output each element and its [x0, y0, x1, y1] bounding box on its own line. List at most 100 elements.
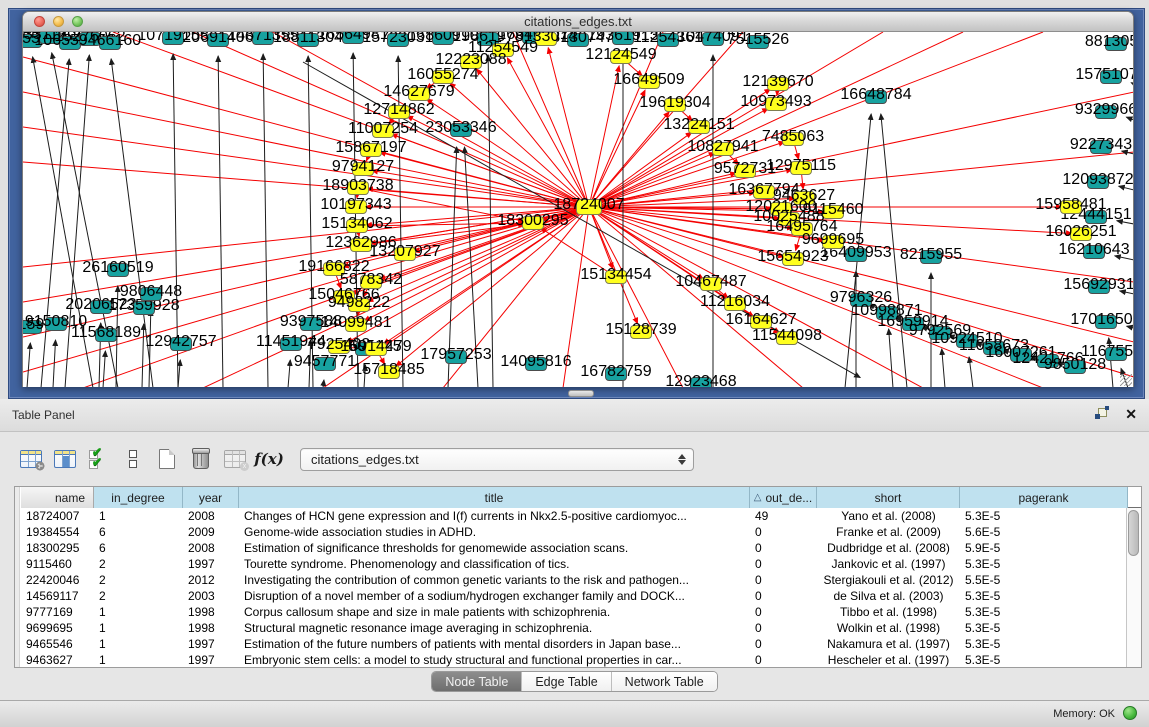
graph-node[interactable]: 12093872 [1062, 171, 1133, 189]
table-row[interactable]: 946362711997Embryonic stem cells: a mode… [21, 652, 1141, 668]
graph-edge[interactable] [218, 56, 223, 387]
graph-node-selected[interactable]: 9498222 [328, 294, 390, 312]
graph-node-selected[interactable]: 10827941 [687, 138, 758, 156]
graph-node-selected[interactable]: 12714862 [363, 101, 434, 119]
table-row[interactable]: 911546021997Tourette syndrome. Phenomeno… [21, 556, 1141, 572]
graph-edge[interactable] [103, 351, 105, 387]
graph-edge-selected[interactable] [589, 32, 1043, 207]
tab-network-table[interactable]: Network Table [611, 672, 717, 691]
zoom-window-icon[interactable] [72, 16, 83, 27]
graph-node-selected[interactable]: 16164627 [725, 311, 796, 329]
column-header-out_de[interactable]: △out_de... [750, 487, 817, 508]
minimize-window-icon[interactable] [53, 16, 64, 27]
graph-node-selected[interactable]: 5878342 [340, 271, 402, 289]
graph-node-selected[interactable]: 12975115 [766, 157, 836, 175]
table-row[interactable]: 946554611997Estimation of the future num… [21, 636, 1141, 652]
graph-node[interactable]: 7515526 [727, 32, 789, 49]
column-header-title[interactable]: title [239, 487, 750, 508]
graph-node[interactable]: 11568189 [71, 324, 141, 342]
graph-node[interactable]: 12923468 [665, 373, 736, 387]
graph-node-selected[interactable]: 7485063 [762, 128, 824, 146]
graph-edge[interactable] [969, 357, 973, 387]
graph-node-selected[interactable]: 11007254 [348, 120, 418, 138]
network-view-window[interactable]: citations_edges.txt 24055724233113041065… [22, 11, 1134, 387]
graph-node[interactable]: 9806448 [120, 283, 182, 301]
graph-node-selected[interactable]: 13207927 [369, 243, 440, 261]
graph-node-selected[interactable]: 16026251 [1045, 223, 1116, 241]
graph-node-selected[interactable]: 12139670 [742, 73, 813, 91]
graph-edge[interactable] [889, 329, 893, 387]
graph-node-selected[interactable]: 16649509 [613, 71, 684, 89]
graph-node-selected[interactable]: 10973493 [740, 93, 811, 111]
column-header-short[interactable]: short [817, 487, 960, 508]
graph-node-selected[interactable]: 15958481 [1035, 196, 1106, 214]
tab-edge-table[interactable]: Edge Table [521, 672, 610, 691]
graph-node-selected[interactable]: 15128739 [605, 321, 676, 339]
table-settings-button[interactable] [14, 443, 48, 475]
graph-node[interactable]: 26160519 [82, 259, 153, 277]
graph-edge[interactable] [323, 380, 324, 387]
panel-splitter-handle[interactable] [568, 390, 594, 397]
table-row[interactable]: 1456911722003Disruption of a novel membe… [21, 588, 1141, 604]
graph-node[interactable]: 12942757 [145, 333, 216, 351]
graph-node-selected[interactable]: 18903738 [322, 177, 393, 195]
graph-node-selected[interactable]: 15134062 [321, 215, 392, 233]
graph-node[interactable]: 15751074 [1075, 66, 1133, 84]
graph-node[interactable]: 9850128 [1044, 356, 1106, 374]
graph-node-selected[interactable]: 15867197 [335, 139, 406, 157]
column-header-pagerank[interactable]: pagerank [960, 487, 1128, 508]
select-all-rows-button[interactable]: ✔ ✔ [82, 443, 116, 475]
graph-node-selected[interactable]: 11544098 [752, 327, 822, 345]
table-row[interactable]: 977716911998Corpus callosum shape and si… [21, 604, 1141, 620]
graph-node-selected[interactable]: 13224151 [663, 116, 734, 134]
table-row[interactable]: 2242004622012Investigating the contribut… [21, 572, 1141, 588]
table-row[interactable]: 1938455462009Genome-wide association stu… [21, 524, 1141, 540]
column-header-year[interactable]: year [183, 487, 239, 508]
graph-node[interactable]: 16782759 [580, 363, 651, 381]
graph-node-selected[interactable]: 16055274 [407, 66, 478, 84]
graph-edge[interactable] [942, 349, 945, 387]
float-panel-icon[interactable] [1095, 408, 1109, 422]
graph-node-selected[interactable]: 12124549 [585, 46, 656, 64]
graph-node-selected[interactable]: 15718485 [353, 361, 424, 379]
function-builder-button[interactable]: f(x) [252, 443, 286, 475]
graph-edge-selected[interactable] [589, 207, 683, 387]
table-source-dropdown[interactable]: citations_edges.txt [300, 448, 694, 471]
graph-node[interactable]: 15692931 [1063, 276, 1133, 294]
table-row[interactable]: 1872400712008Changes of HCN gene express… [21, 508, 1141, 524]
graph-node-selected[interactable]: 15654923 [757, 248, 828, 266]
graph-edge[interactable] [178, 360, 180, 387]
new-document-button[interactable] [150, 443, 184, 475]
graph-node[interactable]: 9466160 [79, 32, 141, 50]
memory-ok-indicator[interactable] [1123, 706, 1137, 720]
graph-node-selected[interactable]: 18724007 [553, 196, 624, 215]
graph-node[interactable]: 14095816 [500, 353, 571, 371]
graph-node[interactable]: 8215955 [900, 246, 962, 264]
graph-node-selected[interactable]: 15134454 [580, 266, 651, 284]
column-header-name[interactable]: name [21, 487, 94, 508]
graph-node-selected[interactable]: 18300295 [497, 212, 568, 230]
graph-node[interactable]: 17957253 [420, 346, 491, 364]
graph-edge[interactable] [488, 55, 493, 387]
graph-node[interactable]: 9457771 [294, 353, 356, 371]
graph-node[interactable]: 23053346 [425, 119, 496, 137]
tab-node-table[interactable]: Node Table [432, 672, 521, 691]
show-column-button[interactable] [48, 443, 82, 475]
graph-node[interactable]: 8813054 [1085, 33, 1133, 51]
table-row[interactable]: 969969511998Structural magnetic resonanc… [21, 620, 1141, 636]
graph-edge-selected[interactable] [23, 92, 589, 207]
graph-node-selected[interactable]: 14627679 [383, 83, 454, 101]
window-titlebar[interactable]: citations_edges.txt [23, 12, 1133, 32]
graph-node[interactable]: 16648784 [840, 86, 911, 104]
graph-node-selected[interactable]: 19619304 [639, 94, 710, 112]
graph-node-selected[interactable]: 16914479 [340, 338, 411, 356]
graph-node[interactable]: 17016504 [1070, 311, 1133, 329]
graph-edge[interactable] [41, 59, 69, 387]
close-panel-icon[interactable]: ✕ [1125, 406, 1137, 422]
graph-node-selected[interactable]: 9699695 [802, 231, 864, 249]
graph-edge-selected[interactable] [589, 90, 645, 207]
graph-node-selected[interactable]: 11216034 [700, 293, 770, 311]
network-canvas[interactable]: 2405572423311304106552871527606294661601… [23, 32, 1133, 387]
graph-node[interactable]: 9227343 [1070, 136, 1132, 154]
graph-node-selected[interactable]: 14099481 [320, 314, 391, 332]
